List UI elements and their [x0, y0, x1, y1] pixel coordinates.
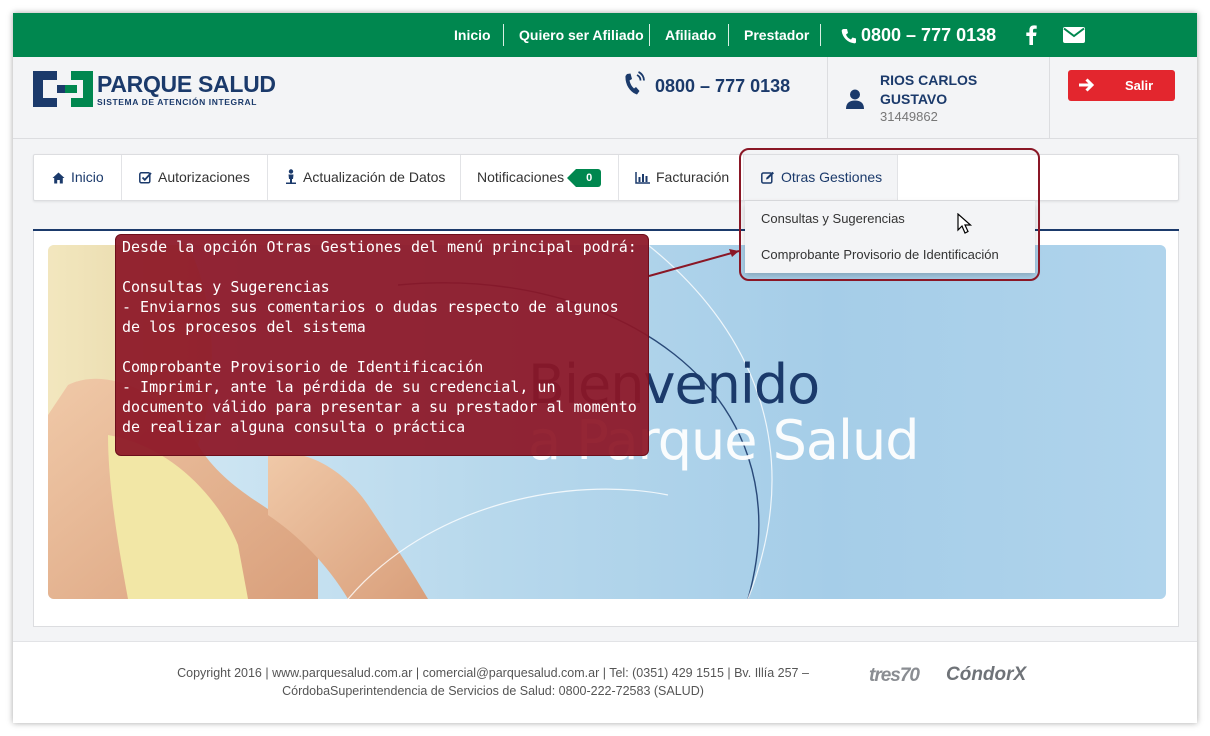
envelope-icon[interactable] [1063, 27, 1085, 48]
logo-subtitle: SISTEMA DE ATENCIÓN INTEGRAL [97, 97, 258, 107]
user-icon [846, 89, 864, 109]
top-link-prestador[interactable]: Prestador [744, 13, 809, 57]
top-phone-number: 0800 – 777 0138 [861, 25, 997, 45]
top-phone[interactable]: 0800 – 777 0138 [841, 13, 996, 57]
footer-line-1: Copyright 2016 | www.parquesalud.com.ar … [177, 666, 809, 680]
user-name: RIOS CARLOS GUSTAVO [880, 72, 978, 107]
logout-label: Salir [1125, 78, 1154, 93]
facebook-icon[interactable] [1025, 25, 1037, 50]
logo-mark-icon [33, 71, 93, 107]
top-link-inicio[interactable]: Inicio [454, 13, 491, 57]
phone-icon [841, 29, 856, 44]
header-phone-number: 0800 – 777 0138 [655, 76, 791, 96]
check-square-icon [139, 172, 152, 184]
nav-label: Actualización de Datos [303, 169, 446, 185]
separator [649, 24, 650, 46]
arrow-right-icon [1079, 78, 1094, 92]
home-icon [52, 172, 65, 184]
separator [728, 24, 729, 46]
separator [503, 24, 504, 46]
page-frame: Inicio Quiero ser Afiliado Afiliado Pres… [13, 13, 1197, 723]
nav-label: Autorizaciones [158, 169, 250, 185]
logout-button[interactable]: Salir [1068, 70, 1175, 101]
logo-title: PARQUE SALUD [97, 71, 276, 97]
mouse-cursor-icon [957, 213, 973, 234]
instruction-callout: Desde la opción Otras Gestiones del menú… [115, 234, 649, 456]
callout-text: Desde la opción Otras Gestiones del menú… [122, 238, 637, 436]
bar-chart-icon [635, 172, 650, 184]
tres70-logo[interactable]: tres70 [869, 665, 920, 687]
separator [820, 24, 821, 46]
nav-item-actualizacion-datos[interactable]: Actualización de Datos [268, 155, 461, 200]
header-phone[interactable]: 0800 – 777 0138 [623, 71, 790, 97]
nav-label: Inicio [71, 169, 104, 185]
nav-item-notificaciones[interactable]: Notificaciones 0 [461, 155, 619, 200]
person-icon [286, 169, 296, 184]
phone-ring-icon [625, 71, 645, 95]
top-bar: Inicio Quiero ser Afiliado Afiliado Pres… [13, 13, 1197, 57]
nav-item-inicio[interactable]: Inicio [34, 155, 122, 200]
notification-count-badge: 0 [567, 169, 602, 187]
site-header: PARQUE SALUD SISTEMA DE ATENCIÓN INTEGRA… [13, 57, 1197, 139]
top-link-quiero-ser-afiliado[interactable]: Quiero ser Afiliado [519, 13, 644, 57]
footer-line-2: CórdobaSuperintendencia de Servicios de … [282, 684, 704, 698]
user-box: RIOS CARLOS GUSTAVO 31449862 [827, 57, 1050, 139]
nav-item-facturacion[interactable]: Facturación [619, 155, 744, 200]
footer-text: Copyright 2016 | www.parquesalud.com.ar … [163, 664, 823, 700]
user-id: 31449862 [880, 109, 938, 124]
site-footer: Copyright 2016 | www.parquesalud.com.ar … [13, 641, 1197, 723]
condorx-logo[interactable]: CóndorX [946, 664, 1026, 686]
highlight-box [739, 148, 1040, 281]
nav-label: Facturación [656, 169, 730, 185]
nav-item-autorizaciones[interactable]: Autorizaciones [122, 155, 268, 200]
nav-label: Notificaciones [477, 169, 565, 185]
top-link-afiliado[interactable]: Afiliado [665, 13, 716, 57]
